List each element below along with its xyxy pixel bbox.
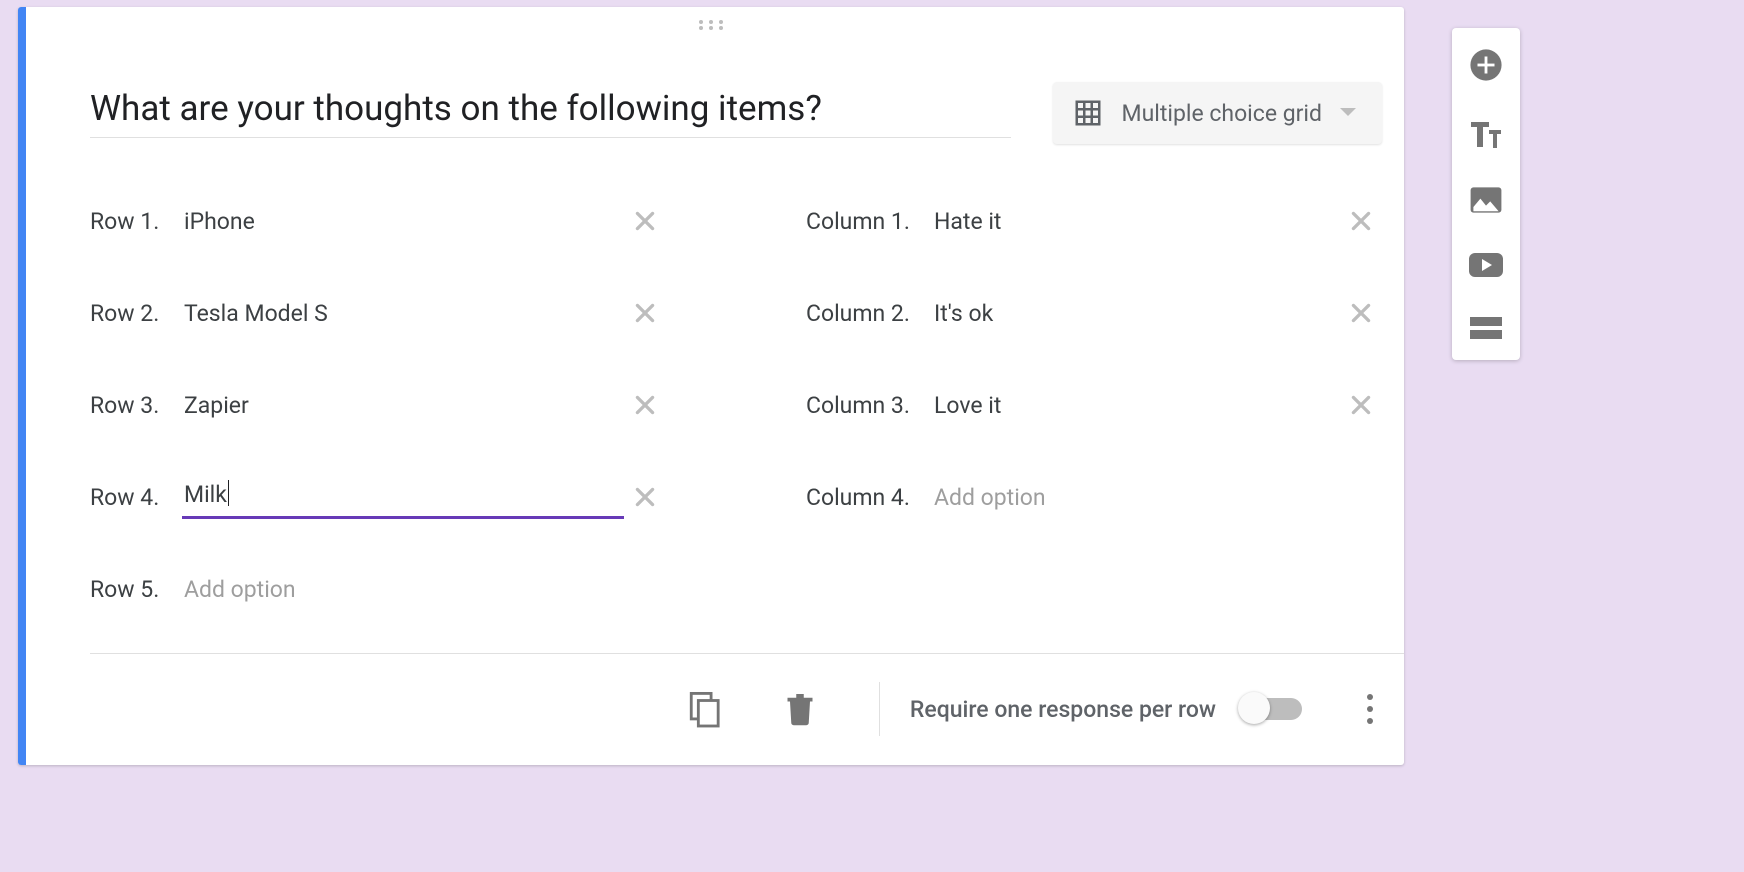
row-label: Row 1.: [90, 208, 182, 235]
duplicate-icon[interactable]: [687, 690, 721, 728]
column-label: Column 3.: [806, 392, 932, 419]
require-response-toggle[interactable]: [1242, 698, 1302, 720]
row-label: Row 3.: [90, 392, 182, 419]
delete-icon[interactable]: [785, 691, 815, 727]
require-response-label: Require one response per row: [910, 696, 1216, 723]
question-type-label: Multiple choice grid: [1121, 100, 1322, 127]
columns-column: Column 1. Hate it Column 2. It's ok Colu…: [806, 175, 1382, 635]
remove-row-icon[interactable]: [624, 476, 666, 518]
column-input[interactable]: Love it: [932, 388, 1340, 423]
add-row-option[interactable]: Add option: [182, 572, 666, 607]
card-accent-bar: [18, 7, 26, 765]
chevron-down-icon: [1340, 108, 1356, 118]
text-cursor: [228, 480, 229, 506]
video-icon[interactable]: [1468, 252, 1504, 278]
question-card: What are your thoughts on the following …: [18, 7, 1404, 765]
more-options-icon[interactable]: [1366, 693, 1374, 725]
image-icon[interactable]: [1469, 186, 1503, 214]
row-label: Row 4.: [90, 484, 182, 511]
column-label: Column 4.: [806, 484, 932, 511]
row-input[interactable]: iPhone: [182, 204, 624, 239]
rows-column: Row 1. iPhone Row 2. Tesla Model S Row 3…: [90, 175, 666, 635]
column-input[interactable]: Hate it: [932, 204, 1340, 239]
column-label: Column 1.: [806, 208, 932, 235]
remove-row-icon[interactable]: [624, 292, 666, 334]
remove-column-icon[interactable]: [1340, 384, 1382, 426]
remove-column-icon[interactable]: [1340, 200, 1382, 242]
row-label: Row 2.: [90, 300, 182, 327]
text-title-icon[interactable]: [1469, 120, 1503, 148]
grid-icon: [1073, 98, 1103, 128]
row-input-focused[interactable]: Milk: [182, 476, 624, 519]
remove-row-icon[interactable]: [624, 384, 666, 426]
question-footer: Require one response per row: [90, 653, 1404, 765]
add-question-icon[interactable]: [1469, 48, 1503, 82]
remove-row-icon[interactable]: [624, 200, 666, 242]
toggle-knob: [1238, 692, 1270, 724]
question-type-dropdown[interactable]: Multiple choice grid: [1053, 82, 1382, 144]
row-input[interactable]: Tesla Model S: [182, 296, 624, 331]
remove-column-icon[interactable]: [1340, 292, 1382, 334]
column-input[interactable]: It's ok: [932, 296, 1340, 331]
column-label: Column 2.: [806, 300, 932, 327]
section-icon[interactable]: [1469, 316, 1503, 340]
row-label: Row 5.: [90, 576, 182, 603]
vertical-divider: [879, 682, 880, 736]
add-column-option[interactable]: Add option: [932, 480, 1382, 515]
side-toolbox: [1452, 28, 1520, 360]
row-input[interactable]: Zapier: [182, 388, 624, 423]
question-title-input[interactable]: What are your thoughts on the following …: [90, 88, 1011, 138]
drag-handle[interactable]: [697, 19, 725, 31]
